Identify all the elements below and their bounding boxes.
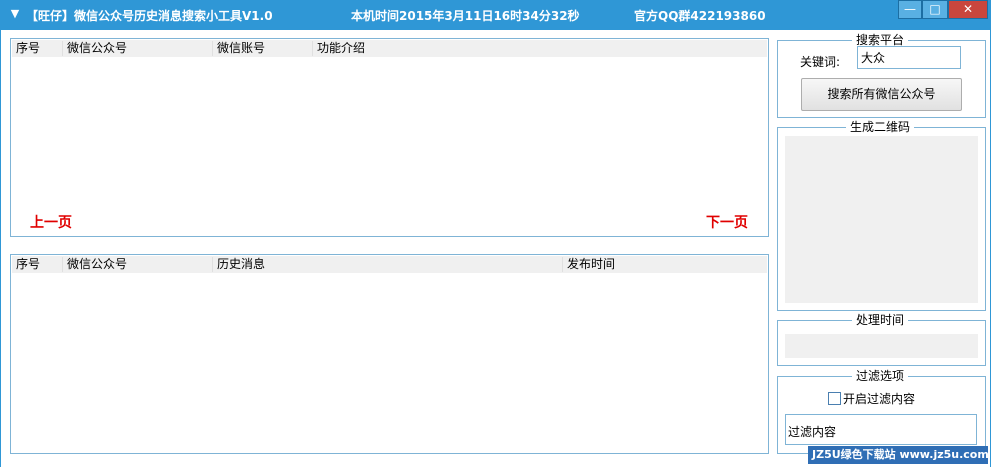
minimize-button[interactable]: — bbox=[898, 0, 922, 19]
search-platform-group: 搜索平台 关键词: 搜索所有微信公众号 bbox=[777, 33, 986, 118]
account-list-header: 序号 微信公众号 微信账号 功能介绍 bbox=[12, 40, 767, 57]
message-list[interactable]: 序号 微信公众号 历史消息 发布时间 bbox=[10, 254, 769, 454]
keyword-input[interactable] bbox=[857, 46, 961, 69]
filter-content-input[interactable]: 过滤内容 bbox=[785, 414, 977, 445]
column-header-index[interactable]: 序号 bbox=[12, 41, 61, 56]
column-header-account-name[interactable]: 微信公众号 bbox=[62, 41, 212, 56]
process-time-value bbox=[785, 334, 978, 358]
site-watermark: JZ5U绿色下载站 www.jz5u.com bbox=[808, 446, 989, 464]
qr-code-image-area bbox=[785, 136, 978, 303]
title-bar[interactable]: ▼ 【旺仔】微信公众号历史消息搜索小工具V1.0 本机时间2015年3月11日1… bbox=[0, 0, 991, 30]
column-header-account-name[interactable]: 微信公众号 bbox=[62, 257, 212, 272]
column-header-publish-time[interactable]: 发布时间 bbox=[562, 257, 757, 272]
window-title: 【旺仔】微信公众号历史消息搜索小工具V1.0 bbox=[26, 9, 273, 23]
column-header-account-id[interactable]: 微信账号 bbox=[212, 41, 312, 56]
qr-code-title: 生成二维码 bbox=[846, 120, 915, 134]
account-list[interactable]: 序号 微信公众号 微信账号 功能介绍 bbox=[10, 38, 769, 237]
enable-filter-checkbox[interactable] bbox=[828, 392, 841, 405]
filter-options-group: 过滤选项 开启过滤内容 过滤内容 bbox=[777, 369, 986, 454]
local-time: 本机时间2015年3月11日16时34分32秒 bbox=[351, 9, 580, 23]
search-all-accounts-button[interactable]: 搜索所有微信公众号 bbox=[801, 78, 962, 111]
search-platform-title: 搜索平台 bbox=[852, 33, 909, 47]
column-header-index[interactable]: 序号 bbox=[12, 257, 61, 272]
qq-group: 官方QQ群422193860 bbox=[634, 9, 766, 23]
column-header-description[interactable]: 功能介绍 bbox=[312, 41, 757, 56]
process-time-title: 处理时间 bbox=[852, 313, 909, 327]
app-icon[interactable]: ▼ bbox=[8, 7, 22, 21]
prev-page-link[interactable]: 上一页 bbox=[30, 212, 72, 232]
next-page-link[interactable]: 下一页 bbox=[706, 212, 748, 232]
keyword-label: 关键词: bbox=[800, 55, 841, 69]
filter-options-title: 过滤选项 bbox=[852, 369, 909, 383]
message-list-header: 序号 微信公众号 历史消息 发布时间 bbox=[12, 256, 767, 273]
enable-filter-label[interactable]: 开启过滤内容 bbox=[843, 390, 915, 407]
column-header-history-message[interactable]: 历史消息 bbox=[212, 257, 562, 272]
process-time-group: 处理时间 bbox=[777, 313, 986, 366]
qr-code-group: 生成二维码 bbox=[777, 120, 986, 311]
close-button[interactable]: ✕ bbox=[948, 0, 988, 19]
maximize-button[interactable]: □ bbox=[922, 0, 948, 19]
